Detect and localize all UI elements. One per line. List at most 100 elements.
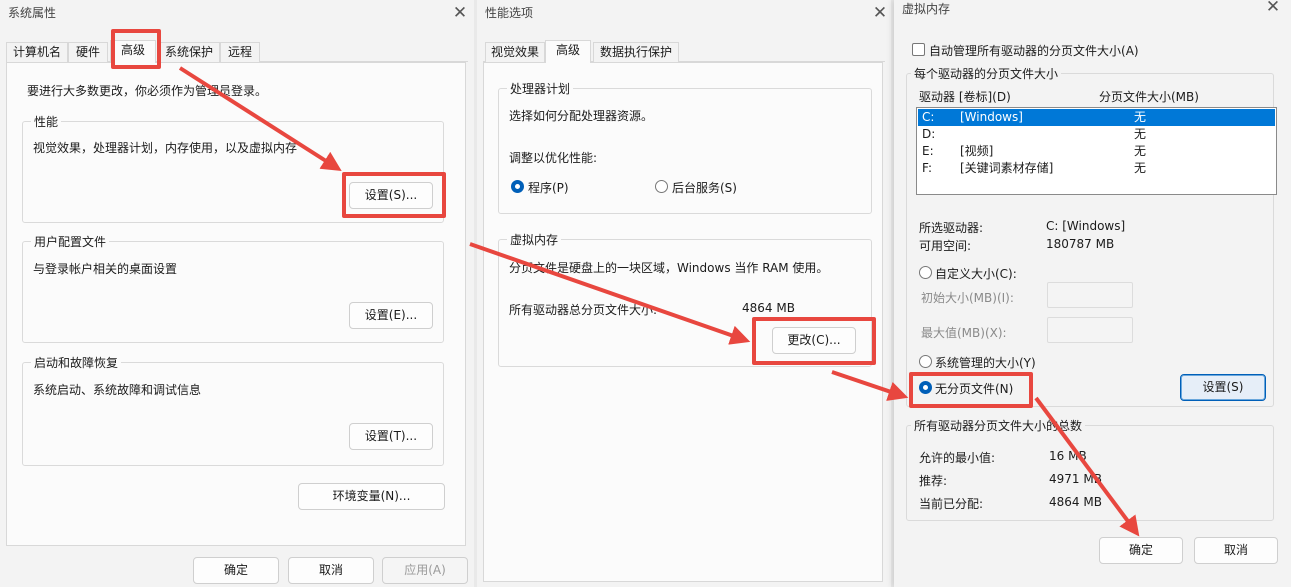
programs-radio[interactable] [511,180,524,193]
min-allowed-label: 允许的最小值: [919,451,996,465]
processor-scheduling-title: 处理器计划 [507,80,574,97]
startup-recovery-group-title: 启动和故障恢复 [31,354,122,371]
virtual-memory-desc: 分页文件是硬盘上的一块区域，Windows 当作 RAM 使用。 [509,261,829,275]
free-space-label: 可用空间: [919,239,972,253]
total-paging-value: 4864 MB [742,301,795,315]
tab-computer-name[interactable]: 计算机名 [6,42,68,62]
currently-allocated-value: 4864 MB [1049,495,1102,509]
auto-manage-checkbox[interactable] [912,43,925,56]
cancel-button[interactable]: 取消 [1194,537,1278,564]
drive-size: 无 [1134,161,1147,175]
recommended-value: 4971 MB [1049,472,1102,486]
initial-size-label: 初始大小(MB)(I): [921,291,1014,305]
initial-size-input[interactable] [1047,282,1133,308]
tab-bar: 计算机名 硬件 高级 系统保护 远程 [6,40,468,63]
close-icon[interactable]: ✕ [449,2,471,24]
advanced-panel: 处理器计划 选择如何分配处理器资源。 调整以优化性能: 程序(P) 后台服务(S… [483,62,883,582]
tab-hardware[interactable]: 硬件 [68,42,108,62]
change-button[interactable]: 更改(C)... [772,327,856,354]
tab-advanced[interactable]: 高级 [110,40,156,63]
recommended-label: 推荐: [919,474,948,488]
custom-size-label[interactable]: 自定义大小(C): [935,265,1017,282]
no-paging-file-label[interactable]: 无分页文件(N) [935,380,1013,397]
virtual-memory-window: 虚拟内存 ✕ 自动管理所有驱动器的分页文件大小(A) 每个驱动器的分页文件大小 … [894,0,1291,587]
close-icon[interactable]: ✕ [869,2,891,24]
selected-drive-value: C: [Windows] [1046,219,1126,233]
drive-row-e[interactable]: E: [视频] 无 [918,143,1275,160]
user-profile-group-title: 用户配置文件 [31,233,110,250]
performance-options-window: 性能选项 ✕ 视觉效果 高级 数据执行保护 处理器计划 选择如何分配处理器资源。… [477,0,891,587]
per-drive-group-title: 每个驱动器的分页文件大小 [911,65,1062,82]
auto-manage-label[interactable]: 自动管理所有驱动器的分页文件大小(A) [929,42,1139,59]
max-size-label: 最大值(MB)(X): [921,326,1007,340]
system-managed-radio[interactable] [919,355,932,368]
drive-size: 无 [1134,127,1147,141]
performance-group-title: 性能 [31,113,62,130]
no-paging-file-radio[interactable] [919,381,932,394]
total-paging-group-title: 所有驱动器分页文件大小的总数 [911,417,1086,434]
virtual-memory-title: 虚拟内存 [507,231,562,248]
drive-label: [Windows] [960,110,1023,124]
processor-scheduling-desc: 选择如何分配处理器资源。 [509,109,654,123]
processor-scheduling-group: 处理器计划 选择如何分配处理器资源。 调整以优化性能: 程序(P) 后台服务(S… [498,80,872,214]
custom-size-radio[interactable] [919,266,932,279]
cancel-button[interactable]: 取消 [288,557,374,584]
free-space-value: 180787 MB [1046,237,1115,251]
per-drive-group: 每个驱动器的分页文件大小 驱动器 [卷标](D) 分页文件大小(MB) C: [… [906,65,1277,407]
title-bar: 性能选项 ✕ [477,0,891,26]
startup-recovery-desc: 系统启动、系统故障和调试信息 [33,383,202,397]
title-bar: 虚拟内存 ✕ [894,0,1291,26]
close-icon[interactable]: ✕ [1262,0,1284,18]
currently-allocated-label: 当前已分配: [919,497,984,511]
set-button[interactable]: 设置(S) [1180,374,1266,401]
startup-recovery-settings-button[interactable]: 设置(T)... [349,423,433,450]
user-profile-group: 用户配置文件 与登录帐户相关的桌面设置 设置(E)... [22,233,444,343]
startup-recovery-group: 启动和故障恢复 系统启动、系统故障和调试信息 设置(T)... [22,354,444,466]
user-profile-desc: 与登录帐户相关的桌面设置 [33,262,178,276]
performance-settings-button[interactable]: 设置(S)... [349,182,433,209]
drive-letter: E: [922,144,934,158]
environment-variables-button[interactable]: 环境变量(N)... [298,483,445,510]
window-title: 系统属性 [8,6,57,20]
user-profile-settings-button[interactable]: 设置(E)... [349,302,433,329]
ok-button[interactable]: 确定 [193,557,279,584]
background-services-radio[interactable] [655,180,668,193]
drive-size: 无 [1134,144,1147,158]
drive-column-header: 驱动器 [卷标](D) [919,90,1011,104]
max-size-input[interactable] [1047,317,1133,343]
window-title: 性能选项 [485,6,534,20]
selected-drive-label: 所选驱动器: [919,221,984,235]
min-allowed-value: 16 MB [1049,449,1087,463]
adjust-for-label: 调整以优化性能: [509,151,598,165]
drive-row-f[interactable]: F: [关键词素材存储] 无 [918,160,1275,177]
drive-row-d[interactable]: D: 无 [918,126,1275,143]
tab-visual-effects[interactable]: 视觉效果 [485,42,545,62]
system-managed-label[interactable]: 系统管理的大小(Y) [935,354,1036,371]
system-properties-window: 系统属性 ✕ 计算机名 硬件 高级 系统保护 远程 要进行大多数更改，你必须作为… [0,0,474,587]
drive-row-c[interactable]: C: [Windows] 无 [918,109,1275,126]
virtual-memory-group: 虚拟内存 分页文件是硬盘上的一块区域，Windows 当作 RAM 使用。 所有… [498,231,872,367]
background-services-label[interactable]: 后台服务(S) [672,179,737,196]
title-bar: 系统属性 ✕ [0,0,474,26]
drive-letter: D: [922,127,936,141]
tab-advanced[interactable]: 高级 [545,40,591,63]
total-paging-label: 所有驱动器总分页文件大小: [509,303,658,317]
admin-note: 要进行大多数更改，你必须作为管理员登录。 [27,84,268,98]
drive-label: [关键词素材存储] [960,161,1054,175]
window-title: 虚拟内存 [902,2,951,16]
tab-remote[interactable]: 远程 [220,42,260,62]
ok-button[interactable]: 确定 [1099,537,1183,564]
size-column-header: 分页文件大小(MB) [1099,90,1199,104]
drive-size: 无 [1134,110,1147,124]
total-paging-group: 所有驱动器分页文件大小的总数 允许的最小值: 16 MB 推荐: 4971 MB… [906,417,1274,521]
programs-label[interactable]: 程序(P) [528,179,569,196]
apply-button[interactable]: 应用(A) [382,557,468,584]
drive-letter: F: [922,161,933,175]
tab-system-protection[interactable]: 系统保护 [158,42,220,62]
tab-data-execution-prevention[interactable]: 数据执行保护 [593,42,679,62]
performance-group: 性能 视觉效果，处理器计划，内存使用，以及虚拟内存 设置(S)... [22,113,444,223]
drive-label: [视频] [960,144,994,158]
drive-letter: C: [922,110,935,124]
drive-list[interactable]: C: [Windows] 无 D: 无 E: [视频] 无 F: [关键词素材存… [916,107,1277,195]
performance-desc: 视觉效果，处理器计划，内存使用，以及虚拟内存 [33,141,298,155]
